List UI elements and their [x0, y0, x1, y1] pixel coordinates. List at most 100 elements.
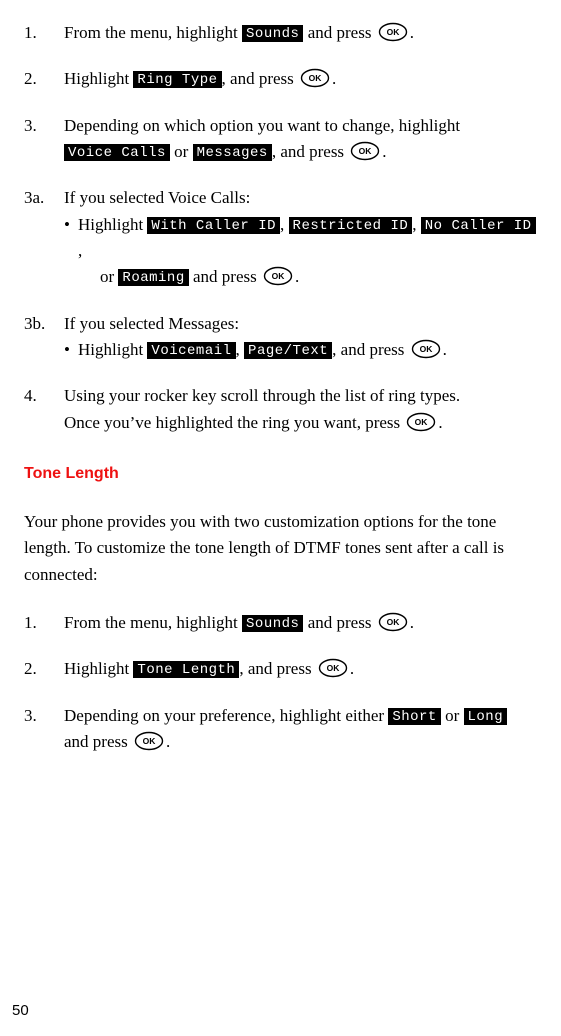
step-3a: 3a. If you selected Voice Calls: • Highl… [24, 185, 537, 290]
text: . [438, 413, 442, 432]
svg-text:OK: OK [272, 272, 286, 282]
step-body: Using your rocker key scroll through the… [64, 383, 537, 436]
indent: or Roaming and press OK. [78, 267, 299, 286]
step-number: 3a. [24, 185, 64, 290]
bullet-dot: • [64, 337, 78, 363]
text: or [441, 706, 464, 725]
menu-chip-restricted-id: Restricted ID [289, 217, 413, 234]
step-3: 3. Depending on your preference, highlig… [24, 703, 537, 756]
text: , [236, 340, 245, 359]
bullet: • Highlight Voicemail, Page/Text, and pr… [64, 337, 537, 363]
menu-chip-tone-length: Tone Length [133, 661, 239, 678]
text: Depending on your preference, highlight … [64, 706, 388, 725]
ok-key-icon: OK [406, 412, 436, 432]
text: and press [189, 267, 261, 286]
step-body: If you selected Voice Calls: • Highlight… [64, 185, 537, 290]
text: and press [303, 23, 375, 42]
text: If you selected Voice Calls: [64, 188, 250, 207]
bullet-dot: • [64, 212, 78, 291]
step-4: 4. Using your rocker key scroll through … [24, 383, 537, 436]
text: , [280, 215, 289, 234]
text: Highlight [64, 69, 133, 88]
text: . [382, 142, 386, 161]
ok-key-icon: OK [350, 141, 380, 161]
text: . [295, 267, 299, 286]
heading-tone-length: Tone Length [24, 462, 537, 487]
ok-key-icon: OK [134, 731, 164, 751]
menu-chip-with-caller-id: With Caller ID [147, 217, 280, 234]
step-number: 1. [24, 610, 64, 636]
step-number: 3b. [24, 311, 64, 364]
step-1: 1. From the menu, highlight Sounds and p… [24, 610, 537, 636]
step-number: 2. [24, 66, 64, 92]
svg-text:OK: OK [326, 663, 340, 673]
text: and press [64, 732, 132, 751]
text: or [170, 142, 193, 161]
ok-key-icon: OK [411, 339, 441, 359]
step-number: 4. [24, 383, 64, 436]
text: . [410, 23, 414, 42]
bullet-body: Highlight Voicemail, Page/Text, and pres… [78, 337, 537, 363]
ok-key-icon: OK [318, 658, 348, 678]
svg-text:OK: OK [415, 417, 429, 427]
svg-text:OK: OK [386, 617, 400, 627]
svg-text:OK: OK [419, 344, 433, 354]
menu-chip-sounds: Sounds [242, 615, 303, 632]
ok-key-icon: OK [300, 68, 330, 88]
intro-paragraph: Your phone provides you with two customi… [24, 509, 537, 588]
manual-page: 1. From the menu, highlight Sounds and p… [0, 0, 561, 1036]
step-body: From the menu, highlight Sounds and pres… [64, 20, 537, 46]
ok-key-icon: OK [378, 612, 408, 632]
step-body: Highlight Tone Length, and press OK. [64, 656, 537, 682]
text: , and press [239, 659, 315, 678]
menu-chip-no-caller-id: No Caller ID [421, 217, 536, 234]
step-body: If you selected Messages: • Highlight Vo… [64, 311, 537, 364]
step-number: 1. [24, 20, 64, 46]
text: Depending on which option you want to ch… [64, 116, 460, 135]
text: Highlight [78, 215, 147, 234]
text: or [100, 267, 118, 286]
text: , and press [272, 142, 348, 161]
text: . [350, 659, 354, 678]
text: . [410, 613, 414, 632]
text: , [78, 241, 82, 260]
text: From the menu, highlight [64, 23, 242, 42]
text: , [412, 215, 421, 234]
menu-chip-page-text: Page/Text [244, 342, 332, 359]
steps-tone-length: 1. From the menu, highlight Sounds and p… [24, 610, 537, 755]
svg-text:OK: OK [143, 736, 157, 746]
step-3: 3. Depending on which option you want to… [24, 113, 537, 166]
text: If you selected Messages: [64, 314, 239, 333]
menu-chip-short: Short [388, 708, 441, 725]
menu-chip-long: Long [464, 708, 508, 725]
step-body: Highlight Ring Type, and press OK. [64, 66, 537, 92]
text: Highlight [78, 340, 147, 359]
menu-chip-ring-type: Ring Type [133, 71, 221, 88]
text: Once you’ve highlighted the ring you wan… [64, 413, 404, 432]
text: Highlight [64, 659, 133, 678]
menu-chip-voice-calls: Voice Calls [64, 144, 170, 161]
step-number: 3. [24, 703, 64, 756]
menu-chip-voicemail: Voicemail [147, 342, 235, 359]
menu-chip-messages: Messages [193, 144, 272, 161]
step-1: 1. From the menu, highlight Sounds and p… [24, 20, 537, 46]
text: and press [303, 613, 375, 632]
menu-chip-roaming: Roaming [118, 269, 188, 286]
step-2: 2. Highlight Tone Length, and press OK. [24, 656, 537, 682]
svg-text:OK: OK [386, 27, 400, 37]
text: . [332, 69, 336, 88]
bullet: • Highlight With Caller ID, Restricted I… [64, 212, 537, 291]
page-number: 50 [12, 999, 29, 1022]
svg-text:OK: OK [359, 146, 373, 156]
step-number: 3. [24, 113, 64, 166]
text: Using your rocker key scroll through the… [64, 386, 460, 405]
step-body: Depending on which option you want to ch… [64, 113, 537, 166]
step-number: 2. [24, 656, 64, 682]
menu-chip-sounds: Sounds [242, 25, 303, 42]
text: From the menu, highlight [64, 613, 242, 632]
step-body: Depending on your preference, highlight … [64, 703, 537, 756]
text: , and press [222, 69, 298, 88]
ok-key-icon: OK [263, 266, 293, 286]
bullet-body: Highlight With Caller ID, Restricted ID,… [78, 212, 537, 291]
svg-text:OK: OK [309, 74, 323, 84]
